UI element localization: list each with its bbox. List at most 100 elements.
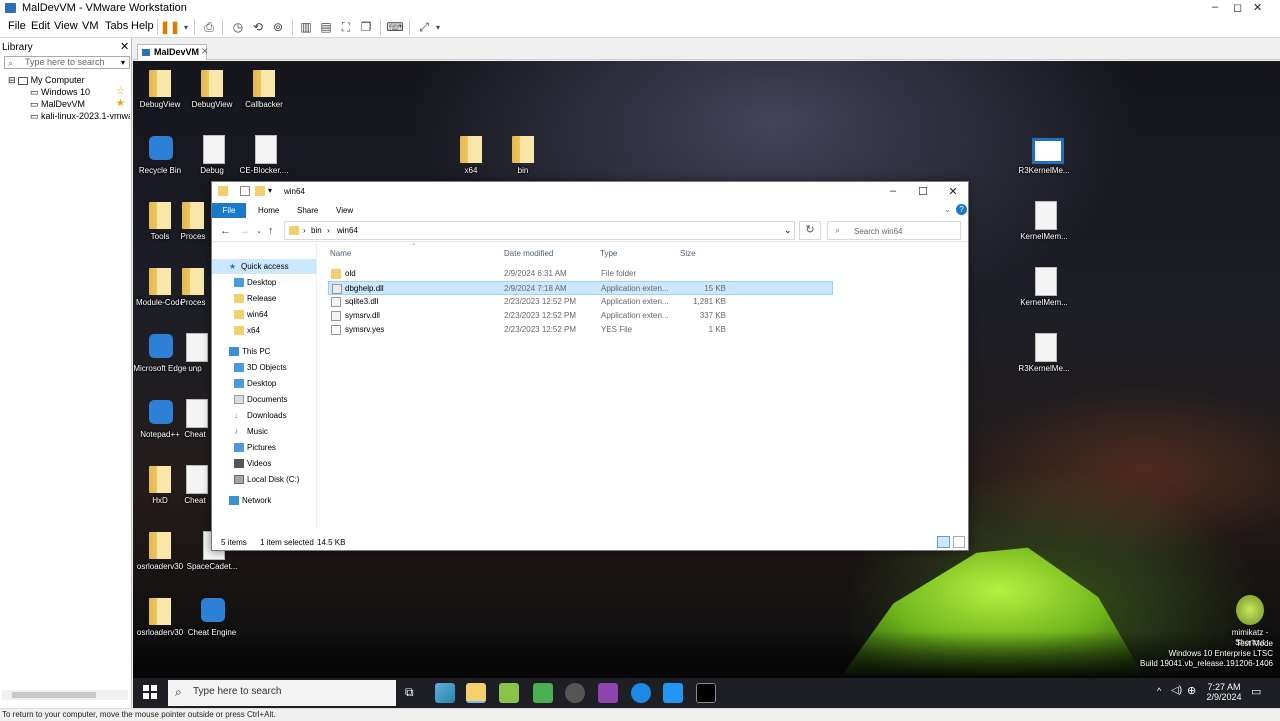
nav-quick-access[interactable]: ★ Quick access (212, 259, 316, 274)
expand-ribbon-icon[interactable]: ⌄ (944, 205, 951, 214)
desktop-icon[interactable]: Debug (183, 133, 241, 176)
desktop-icon[interactable]: Cheat Engine (183, 595, 241, 638)
new-folder-icon[interactable] (255, 186, 265, 196)
menu-edit[interactable]: Edit (31, 20, 50, 32)
close-library-icon[interactable]: ✕ (120, 40, 129, 53)
recent-locations-icon[interactable]: ⌄ (256, 227, 262, 235)
file-row[interactable]: symsrv.dll 2/23/2023 12:52 PM Applicatio… (328, 309, 833, 323)
ribbon-tab-share[interactable]: Share (297, 206, 318, 215)
star-icon[interactable]: ★ (116, 98, 125, 109)
desktop-icon[interactable]: CE-Blocker.... (235, 133, 293, 176)
full-screen-icon[interactable]: ⛶ (338, 19, 354, 35)
file-row[interactable]: symsrv.yes 2/23/2023 12:52 PM YES File 1… (328, 323, 833, 337)
snapshot-manager-icon[interactable]: ⊚ (270, 19, 286, 35)
console-view-icon[interactable]: ⌨ (386, 19, 403, 35)
address-bar[interactable]: › bin › win64 ⌄ (284, 221, 795, 240)
file-row-selected[interactable]: dbghelp.dll 2/9/2024 7:18 AM Application… (328, 281, 833, 295)
column-name[interactable]: Name (330, 249, 351, 258)
windows-start-icon[interactable] (143, 685, 157, 699)
nav-item-videos[interactable]: Videos (212, 456, 316, 471)
chevron-down-icon[interactable]: ▾ (178, 19, 194, 35)
large-icons-view-icon[interactable] (953, 536, 965, 548)
desktop-icon[interactable]: osrloaderv30 (133, 529, 189, 572)
column-date-modified[interactable]: Date modified (504, 249, 553, 258)
tree-item-kali[interactable]: ▭ kali-linux-2023.1-vmware (30, 111, 130, 122)
nav-item-local-disk[interactable]: Local Disk (C:) (212, 472, 316, 487)
revert-snapshot-icon[interactable]: ⟲ (250, 19, 266, 35)
menu-view[interactable]: View (54, 20, 78, 32)
chevron-up-icon[interactable]: ^ (1157, 686, 1161, 696)
refresh-icon[interactable]: ↻ (799, 221, 821, 240)
maximize-icon[interactable]: ☐ (908, 185, 938, 198)
file-row[interactable]: sqlite3.dll 2/23/2023 12:52 PM Applicati… (328, 295, 833, 309)
desktop-icon[interactable]: R3KernelMe... (1015, 133, 1073, 176)
nav-item-3d-objects[interactable]: 3D Objects (212, 360, 316, 375)
file-row[interactable]: old 2/9/2024 6:31 AM File folder (328, 267, 833, 281)
help-icon[interactable]: ? (956, 204, 967, 215)
menu-file[interactable]: File (8, 20, 26, 32)
desktop-icon[interactable]: osrloaderv30 (133, 595, 189, 638)
taskbar-app-icon[interactable] (565, 683, 585, 703)
taskbar-search-input[interactable]: Type here to search (168, 680, 396, 706)
notepad-plus-plus-taskbar-icon[interactable] (499, 683, 519, 703)
search-input[interactable]: Search win64 (827, 221, 961, 240)
close-tab-icon[interactable]: ✕ (201, 46, 209, 57)
desktop-icon[interactable]: Proces (175, 265, 211, 308)
nav-item-x64[interactable]: x64 (212, 323, 316, 338)
tree-item-my-computer[interactable]: ⊟ My Computer (8, 75, 85, 86)
ribbon-tab-home[interactable]: Home (258, 206, 279, 215)
up-arrow-icon[interactable]: ↑ (268, 225, 274, 237)
taskbar-app-icon[interactable] (533, 683, 553, 703)
visual-studio-taskbar-icon[interactable] (598, 683, 618, 703)
nav-this-pc[interactable]: This PC (212, 344, 316, 359)
nav-item-desktop[interactable]: Desktop (212, 376, 316, 391)
chevron-down-icon[interactable]: ▾ (121, 58, 125, 67)
taskbar-app-icon[interactable] (435, 683, 455, 703)
desktop-icon[interactable]: Proces (175, 199, 211, 242)
pause-icon[interactable]: ❚❚ (160, 19, 180, 35)
minimize-icon[interactable]: – (878, 185, 908, 197)
library-scrollbar[interactable] (2, 690, 128, 700)
desktop-icon[interactable]: Callbacker (235, 67, 293, 110)
breadcrumb-win64[interactable]: win64 (337, 226, 358, 235)
notification-icon[interactable]: ▭ (1251, 685, 1261, 698)
ribbon-tab-view[interactable]: View (336, 206, 353, 215)
file-explorer-taskbar-icon[interactable] (466, 683, 486, 703)
unity-icon[interactable]: ❐ (358, 19, 374, 35)
close-icon[interactable]: ✕ (1253, 1, 1262, 14)
chevron-down-icon[interactable]: ⌄ (784, 225, 792, 236)
menu-vm[interactable]: VM (82, 20, 99, 32)
desktop-icon[interactable]: x64 (442, 133, 500, 176)
nav-item-win64[interactable]: win64 (212, 307, 316, 322)
library-search-input[interactable]: Type here to search (4, 56, 130, 69)
show-library-icon[interactable]: ▥ (298, 19, 314, 35)
desktop-icon[interactable]: DebugView (133, 67, 189, 110)
close-icon[interactable]: ✕ (938, 185, 968, 198)
taskbar-app-icon[interactable] (663, 683, 683, 703)
nav-item-pictures[interactable]: Pictures (212, 440, 316, 455)
star-icon[interactable]: ☆ (116, 86, 125, 97)
send-ctrl-alt-del-icon[interactable]: ⎙ (201, 19, 217, 35)
desktop-icon[interactable]: Cheat (179, 463, 211, 506)
tree-item-windows-10[interactable]: ▭ Windows 10 (30, 87, 90, 98)
desktop-icon[interactable]: R3KernelMe... (1015, 331, 1073, 374)
back-arrow-icon[interactable]: ← (220, 225, 231, 237)
thumbnail-bar-icon[interactable]: ▤ (318, 19, 334, 35)
tab-maldevvm[interactable]: MalDevVM ✕ (137, 44, 209, 60)
nav-item-downloads[interactable]: ↓ Downloads (212, 408, 316, 423)
nav-item-music[interactable]: ♪ Music (212, 424, 316, 439)
desktop-icon[interactable]: KernelMem... (1015, 265, 1073, 308)
desktop-icon[interactable]: unp (179, 331, 211, 374)
speaker-icon[interactable]: ◁) (1171, 685, 1182, 696)
task-view-icon[interactable]: ⧉ (405, 685, 414, 700)
desktop-icon[interactable]: KernelMem... (1015, 199, 1073, 242)
column-type[interactable]: Type (600, 249, 617, 258)
desktop-icon[interactable]: DebugView (183, 67, 241, 110)
desktop-icon[interactable]: Cheat (179, 397, 211, 440)
details-view-icon[interactable] (937, 536, 950, 548)
chevron-down-icon[interactable]: ▾ (430, 19, 446, 35)
breadcrumb-bin[interactable]: bin (311, 226, 322, 235)
menu-help[interactable]: Help (131, 20, 154, 32)
minimize-icon[interactable]: – (1212, 1, 1218, 13)
desktop-icon[interactable]: bin (494, 133, 552, 176)
